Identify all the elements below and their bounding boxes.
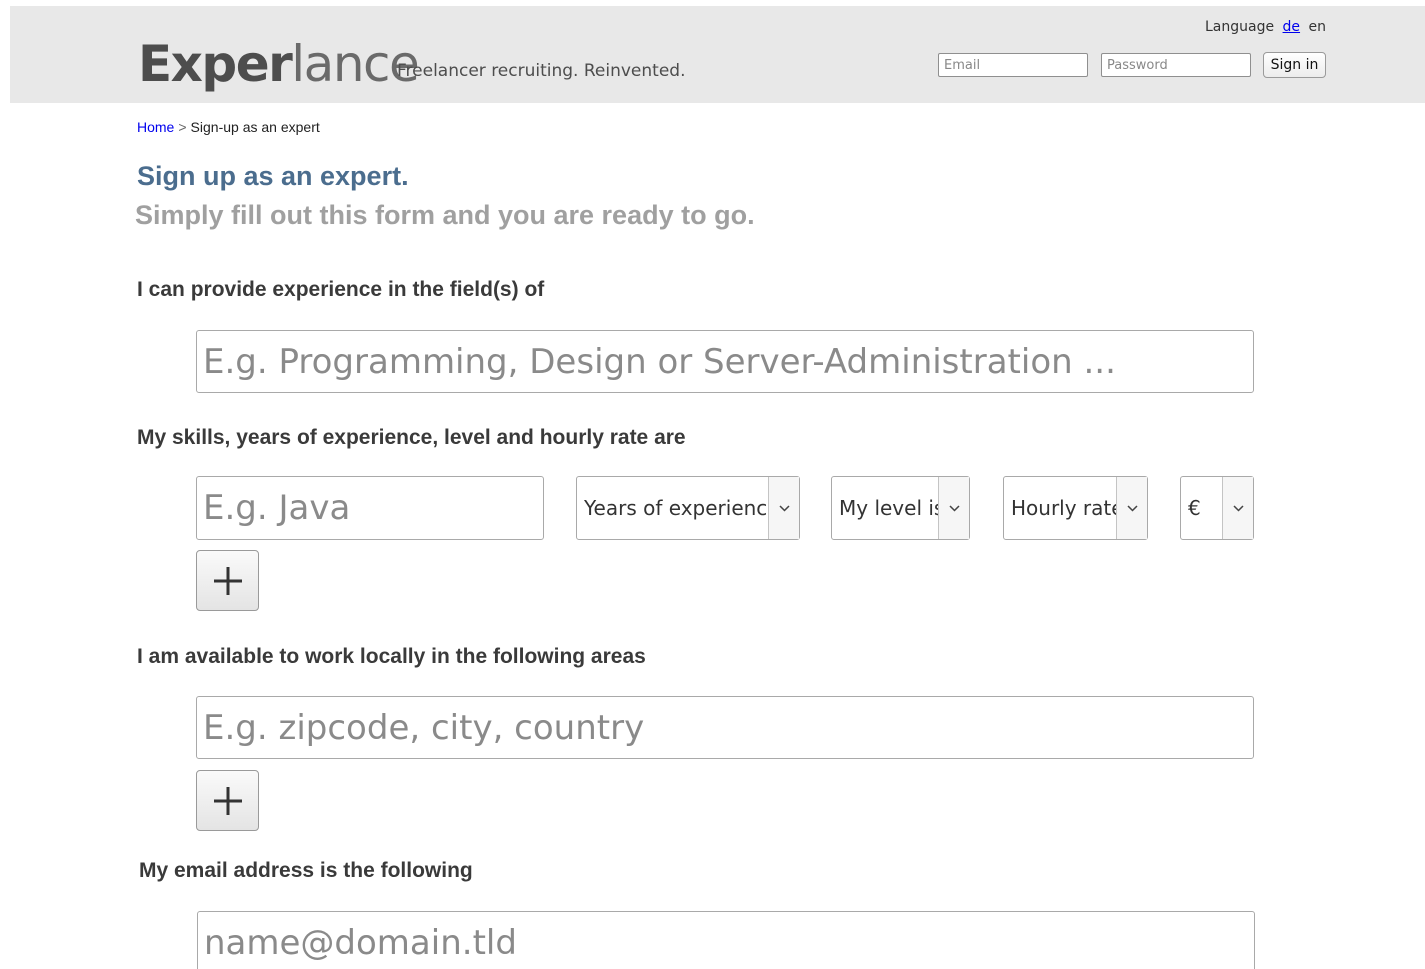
breadcrumb: Home > Sign-up as an expert (137, 119, 320, 135)
sign-in-button[interactable]: Sign in (1263, 52, 1326, 78)
email-input[interactable] (197, 911, 1255, 969)
chevron-down-icon (768, 477, 799, 539)
currency-select[interactable]: € (1180, 476, 1254, 540)
logo[interactable]: Experlance (138, 34, 420, 94)
chevron-down-icon (1116, 477, 1147, 539)
login-email-input[interactable] (938, 53, 1088, 77)
email-label: My email address is the following (139, 859, 473, 882)
plus-icon (213, 786, 242, 815)
add-skill-button[interactable] (196, 550, 259, 611)
breadcrumb-separator: > (178, 119, 187, 135)
plus-icon (213, 566, 242, 595)
language-switcher: Language de en (1205, 19, 1326, 35)
chevron-down-icon (938, 477, 969, 539)
chevron-down-icon (1222, 477, 1253, 539)
language-en-current: en (1308, 19, 1327, 35)
breadcrumb-home-link[interactable]: Home (137, 119, 174, 135)
top-header: Experlance Freelancer recruiting. Reinve… (10, 6, 1425, 103)
breadcrumb-current: Sign-up as an expert (190, 119, 320, 135)
logo-bold-text: Exper (138, 35, 293, 93)
page-title: Sign up as an expert. (137, 161, 409, 191)
language-de-link[interactable]: de (1283, 19, 1301, 35)
tagline: Freelancer recruiting. Reinvented. (397, 61, 686, 81)
fields-label: I can provide experience in the field(s)… (137, 278, 545, 301)
rate-select-value: Hourly rate (1011, 496, 1116, 520)
skills-label: My skills, years of experience, level an… (137, 426, 686, 449)
add-area-button[interactable] (196, 770, 259, 831)
currency-select-value: € (1188, 496, 1201, 520)
page-subtitle: Simply fill out this form and you are re… (135, 200, 755, 230)
years-of-experience-select[interactable]: Years of experience (576, 476, 800, 540)
areas-label: I am available to work locally in the fo… (137, 645, 646, 668)
skill-input[interactable] (196, 476, 544, 540)
fields-input[interactable] (196, 330, 1254, 393)
years-select-value: Years of experience (584, 496, 768, 520)
login-password-input[interactable] (1101, 53, 1251, 77)
areas-input[interactable] (196, 696, 1254, 759)
language-label: Language (1205, 19, 1275, 35)
level-select[interactable]: My level is (831, 476, 970, 540)
level-select-value: My level is (839, 496, 938, 520)
hourly-rate-select[interactable]: Hourly rate (1003, 476, 1148, 540)
